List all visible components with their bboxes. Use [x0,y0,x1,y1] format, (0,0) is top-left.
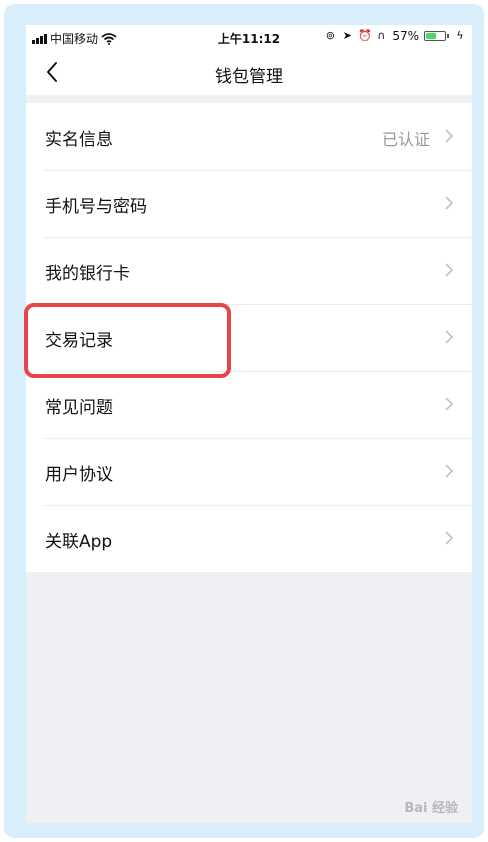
menu-item-label: 关联App [45,532,113,552]
chevron-right-icon [445,330,454,344]
battery-percent: 57% [392,29,419,43]
status-bar: 中国移动 上午11:12 ⊚ ➤ ⏰ ∩ 57% ϟ [26,25,472,49]
charging-icon: ϟ [456,29,464,42]
watermark-text: Bai 经验 [404,801,458,816]
menu-item-label: 手机号与密码 [45,197,147,217]
battery-icon [424,31,449,41]
chevron-right-icon [445,129,454,143]
menu-item-bank-cards[interactable]: 我的银行卡 [26,237,472,304]
chevron-right-icon [445,196,454,210]
menu-item-user-agreement[interactable]: 用户协议 [26,438,472,505]
menu-item-label: 实名信息 [45,130,113,150]
screen-lock-icon: ⊚ [325,29,335,42]
alarm-icon: ⏰ [358,29,373,42]
page-title: 钱包管理 [215,67,283,87]
verified-status: 已认证 [381,130,430,149]
navigation-bar: 钱包管理 [26,49,472,95]
highlight-box [24,303,231,378]
chevron-right-icon [445,531,454,545]
headphones-icon: ∩ [377,29,386,42]
chevron-right-icon [445,263,454,277]
menu-item-label: 我的银行卡 [45,264,130,284]
menu-item-faq[interactable]: 常见问题 [26,371,472,438]
chevron-right-icon [445,464,454,478]
watermark: Bai 经验 [404,797,458,816]
phone-screen: 中国移动 上午11:12 ⊚ ➤ ⏰ ∩ 57% ϟ 钱包管理 实名信息 已认证… [26,25,472,823]
menu-item-real-name-info[interactable]: 实名信息 已认证 [26,103,472,170]
menu-item-linked-app[interactable]: 关联App [26,505,472,572]
location-icon: ➤ [342,29,352,42]
menu-item-label: 用户协议 [45,465,113,485]
menu-item-phone-password[interactable]: 手机号与密码 [26,170,472,237]
chevron-right-icon [445,397,454,411]
menu-item-label: 常见问题 [45,398,113,418]
